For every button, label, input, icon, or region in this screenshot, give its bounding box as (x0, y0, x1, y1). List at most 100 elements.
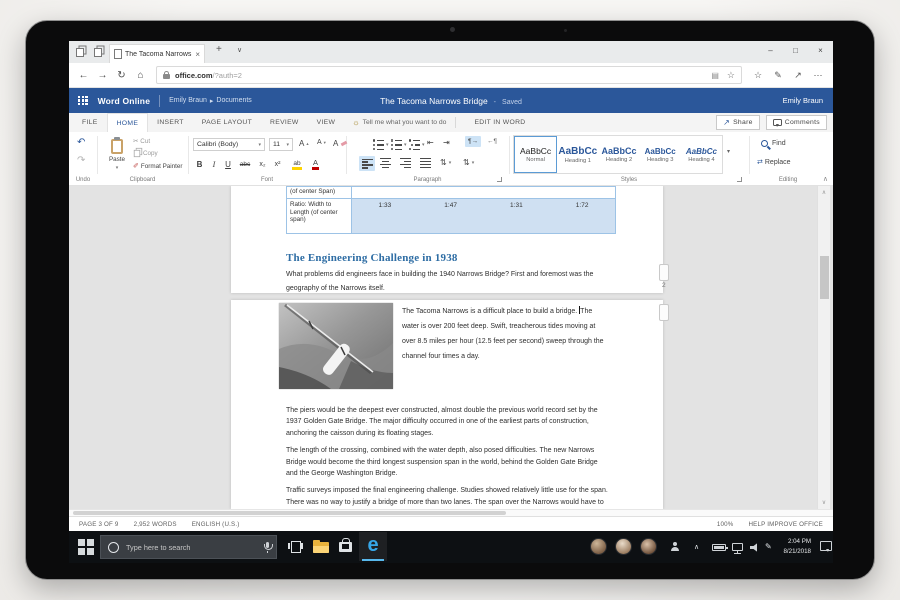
table-cell[interactable] (352, 187, 615, 198)
grow-font-button[interactable]: A▴ (299, 139, 309, 148)
add-favorite-star-icon[interactable]: ☆ (727, 70, 735, 81)
maximize-button[interactable]: □ (783, 41, 808, 63)
style-heading-2[interactable]: AaBbCc Heading 2 (598, 136, 639, 173)
table-cell[interactable]: 1:72 (549, 199, 615, 233)
paragraph[interactable]: The piers would be the deepest ever cons… (286, 405, 608, 439)
table-cell[interactable]: 1:33 (352, 199, 418, 233)
close-button[interactable]: × (808, 41, 833, 63)
new-tab-button[interactable]: + (216, 44, 222, 55)
battery-icon[interactable] (712, 544, 726, 551)
tab-list-chevron-icon[interactable]: ∨ (237, 46, 242, 54)
action-center-icon[interactable] (820, 541, 832, 551)
status-help-improve-link[interactable]: HELP IMPROVE OFFICE (748, 521, 823, 528)
breadcrumb[interactable]: Emily Braun ▸ Documents (169, 97, 252, 105)
font-color-button[interactable]: A (309, 158, 322, 171)
task-view-icon[interactable] (288, 541, 303, 553)
redo-button[interactable]: ↷ (77, 155, 85, 166)
italic-button[interactable]: I (208, 158, 220, 171)
taskbar-search-box[interactable] (100, 535, 277, 559)
scroll-down-icon[interactable]: ∨ (818, 499, 830, 506)
breadcrumb-user[interactable]: Emily Braun (169, 97, 207, 104)
copy-button[interactable]: Copy (133, 149, 158, 158)
file-explorer-icon[interactable] (313, 542, 329, 553)
align-right-button[interactable] (400, 158, 411, 168)
paragraph[interactable]: The length of the crossing, combined wit… (286, 445, 608, 479)
paragraph[interactable]: Traffic surveys imposed the final engine… (286, 485, 608, 509)
align-center-button[interactable] (380, 158, 391, 168)
set-tabs-aside-icon[interactable] (76, 48, 84, 57)
tabs-preview-icon[interactable] (94, 48, 102, 57)
table-cell[interactable]: Ratio: Width to Length (of center span) (287, 199, 352, 233)
document-canvas[interactable]: (of center Span) Ratio: Width to Length … (69, 186, 833, 509)
increase-indent-button[interactable]: ⇥ (443, 138, 450, 147)
styles-dialog-launcher[interactable] (737, 177, 742, 182)
edge-taskbar-button[interactable]: e (359, 532, 387, 561)
status-word-count[interactable]: 2,952 WORDS (134, 521, 177, 528)
numbered-list-button[interactable]: ▾ (391, 140, 407, 150)
table-cell[interactable]: 1:47 (418, 199, 484, 233)
home-icon[interactable]: ⌂ (131, 70, 150, 81)
app-name[interactable]: Word Online (98, 96, 151, 106)
status-language[interactable]: ENGLISH (U.S.) (192, 521, 240, 528)
people-avatar[interactable] (640, 538, 657, 555)
paragraph-spacing-button[interactable]: ⇅▾ (463, 158, 474, 167)
people-icon[interactable] (670, 542, 679, 551)
paragraph[interactable]: What problems did engineers face in buil… (286, 268, 610, 295)
margin-marker[interactable] (659, 304, 669, 321)
address-field[interactable]: office.com /?auth=2 ▤ ☆ (156, 66, 742, 84)
pen-icon[interactable]: ✎ (765, 542, 772, 551)
highlight-color-button[interactable]: ab (289, 158, 305, 171)
status-zoom[interactable]: 100% (717, 521, 734, 528)
format-painter-button[interactable]: ✐ Format Painter (133, 162, 183, 170)
scrollbar-thumb[interactable] (73, 511, 506, 515)
style-normal[interactable]: AaBbCc Normal (514, 136, 557, 173)
annotate-pen-icon[interactable]: ✎ (768, 70, 788, 81)
forward-icon[interactable]: → (93, 70, 112, 81)
reading-view-icon[interactable]: ▤ (711, 71, 719, 80)
start-button[interactable] (78, 539, 94, 555)
share-button[interactable]: ↗ Share (716, 115, 760, 130)
tab-insert[interactable]: INSERT (148, 113, 193, 132)
microphone-icon[interactable] (266, 542, 269, 548)
document-page[interactable]: The Tacoma Narrows is a difficult place … (231, 300, 663, 509)
style-heading-3[interactable]: AaBbCc Heading 3 (640, 136, 681, 173)
tab-close-icon[interactable]: × (195, 50, 200, 59)
edit-in-word-button[interactable]: EDIT IN WORD (465, 113, 534, 132)
browser-tab[interactable]: The Tacoma Narrows Br × (109, 44, 205, 63)
justify-button[interactable] (420, 158, 431, 168)
collapse-ribbon-icon[interactable]: ∧ (823, 175, 828, 183)
bullet-list-button[interactable]: ▾ (373, 140, 389, 150)
table-cell[interactable]: 1:31 (484, 199, 550, 233)
breadcrumb-folder[interactable]: Documents (216, 97, 251, 104)
tab-review[interactable]: REVIEW (261, 113, 308, 132)
horizontal-scrollbar[interactable] (69, 509, 833, 516)
more-styles-button[interactable]: ▾ (727, 148, 730, 155)
strikethrough-button[interactable]: abc (237, 158, 253, 171)
table-cell[interactable]: (of center Span) (287, 187, 352, 198)
comments-button[interactable]: Comments (766, 115, 827, 130)
scrollbar-thumb[interactable] (820, 256, 829, 299)
ltr-direction-button[interactable]: ¶→ (465, 136, 481, 147)
tab-page-layout[interactable]: PAGE LAYOUT (193, 113, 261, 132)
share-icon[interactable]: ↗ (788, 70, 808, 81)
minimize-button[interactable]: – (758, 41, 783, 63)
tell-me-box[interactable]: ☼ Tell me what you want to do (352, 113, 446, 132)
refresh-icon[interactable]: ↻ (112, 70, 131, 81)
document-page[interactable]: (of center Span) Ratio: Width to Length … (231, 186, 663, 293)
vertical-scrollbar[interactable]: ∧ ∨ (817, 186, 830, 509)
tab-file[interactable]: FILE (73, 113, 107, 132)
font-name-combo[interactable]: Calibri (Body) ▾ (193, 138, 265, 151)
tab-home[interactable]: HOME (107, 113, 149, 132)
app-launcher-icon[interactable] (78, 96, 88, 106)
shrink-font-button[interactable]: A▾ (317, 139, 326, 146)
cut-button[interactable]: ✂ Cut (133, 138, 150, 145)
subscript-button[interactable]: x₂ (256, 158, 269, 171)
paragraph[interactable]: The Tacoma Narrows is a difficult place … (402, 303, 608, 389)
back-icon[interactable]: ← (74, 70, 93, 81)
style-heading-4[interactable]: AaBbCc Heading 4 (681, 136, 722, 173)
clear-formatting-button[interactable]: A (333, 139, 347, 148)
underline-button[interactable]: U (222, 158, 234, 171)
tab-view[interactable]: VIEW (308, 113, 345, 132)
document-photo[interactable] (279, 303, 393, 389)
document-title[interactable]: The Tacoma Narrows Bridge (380, 96, 488, 106)
